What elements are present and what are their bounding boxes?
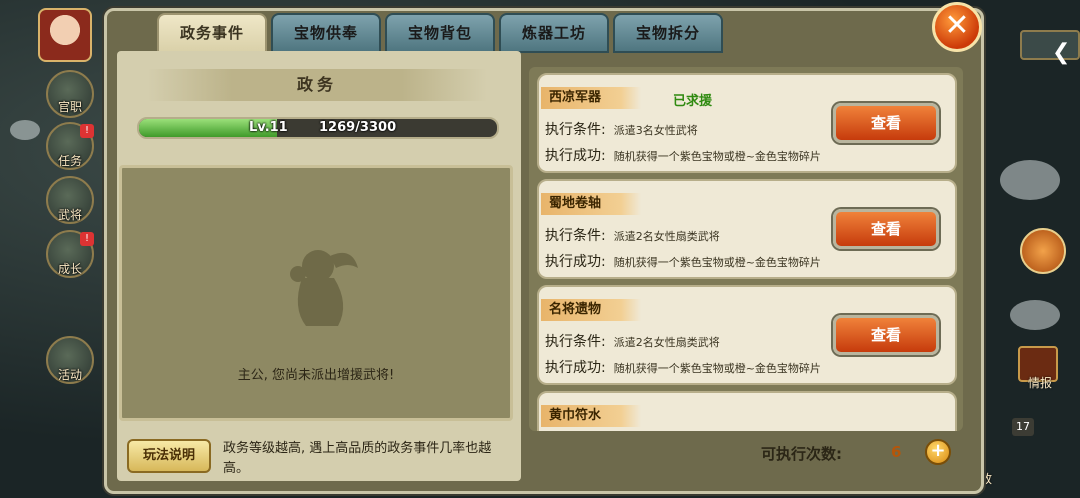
dispatch-area[interactable]: 主公, 您尚未派出增援武将! [119,165,513,421]
sidebar-item-label: 官职 [57,100,82,114]
tab-treasure-split[interactable]: 宝物拆分 [613,13,723,53]
event-card: 黄巾符水 [537,391,957,431]
player-avatar[interactable] [38,8,92,62]
view-button[interactable]: 查看 [833,103,939,143]
event-card: 名将遗物 执行条件: 派遣2名女性扇类武将 执行成功: 随机获得一个紫色宝物或橙~金… [537,285,957,385]
event-title: 黄巾符水 [541,405,641,427]
sidebar-item-label: 活动 [57,368,82,382]
event-card: 西凉军器 已求援 执行条件: 派遣3名女性武将 执行成功: 随机获得一个紫色宝物或橙… [537,73,957,173]
event-title: 西凉军器 [541,87,641,109]
level-text: Lv.11 [249,120,288,135]
tab-forge-workshop[interactable]: 炼器工坊 [499,13,609,53]
event-reward: 执行成功: 随机获得一个紫色宝物或橙~金色宝物碎片 [545,254,821,270]
chat-icon[interactable] [1020,228,1066,274]
event-condition: 执行条件: 派遣2名女性扇类武将 [545,228,720,244]
tab-treasure-offering[interactable]: 宝物供奉 [271,13,381,53]
dispatch-message: 主公, 您尚未派出增援武将! [237,368,395,383]
event-status: 已求援 [673,94,713,109]
exec-count-value: 6 [891,443,902,461]
exec-count-label: 可执行次数: [761,445,842,463]
event-card: 蜀地卷轴 执行条件: 派遣2名女性扇类武将 执行成功: 随机获得一个紫色宝物或橙~金… [537,179,957,279]
close-icon[interactable]: ✕ [932,2,982,52]
event-condition: 执行条件: 派遣2名女性扇类武将 [545,334,720,350]
sidebar-item-label: 成长 [57,262,82,276]
event-list[interactable]: 西凉军器 已求援 执行条件: 派遣3名女性武将 执行成功: 随机获得一个紫色宝物或橙… [529,67,963,431]
government-panel: 政务事件 宝物供奉 宝物背包 炼器工坊 宝物拆分 政务 Lv.11 1269/3… [104,8,984,494]
quest-badge: ! [80,124,94,138]
event-condition: 执行条件: 派遣3名女性武将 [545,122,698,138]
snow-patch [1000,160,1060,200]
event-reward: 执行成功: 随机获得一个紫色宝物或橙~金色宝物碎片 [545,360,821,376]
sidebar-item-label: 武将 [57,208,82,222]
event-title: 蜀地卷轴 [541,193,641,215]
view-button[interactable]: 查看 [833,315,939,355]
chevron-left-icon[interactable]: ❮ [1052,40,1074,80]
tab-treasure-bag[interactable]: 宝物背包 [385,13,495,53]
section-title: 政务 [147,69,487,101]
rules-button[interactable]: 玩法说明 [127,439,211,473]
sidebar-item-label: 任务 [57,154,82,168]
level-progress-bar: Lv.11 1269/3300 [137,117,499,139]
growth-badge: ! [80,232,94,246]
right-badge: 17 [1012,418,1034,436]
event-title: 名将遗物 [541,299,641,321]
snow-patch [10,120,40,140]
report-label: 情报 [1027,376,1052,390]
snow-patch [1010,300,1060,330]
exp-text: 1269/3300 [319,120,397,135]
view-button[interactable]: 查看 [833,209,939,249]
tab-government-events[interactable]: 政务事件 [157,13,267,55]
general-silhouette-icon [290,250,358,326]
rules-text: 政务等级越高, 遇上高品质的政务事件几率也越高。 [223,441,492,476]
event-reward: 执行成功: 随机获得一个紫色宝物或橙~金色宝物碎片 [545,148,821,164]
plus-icon[interactable]: + [925,439,951,465]
